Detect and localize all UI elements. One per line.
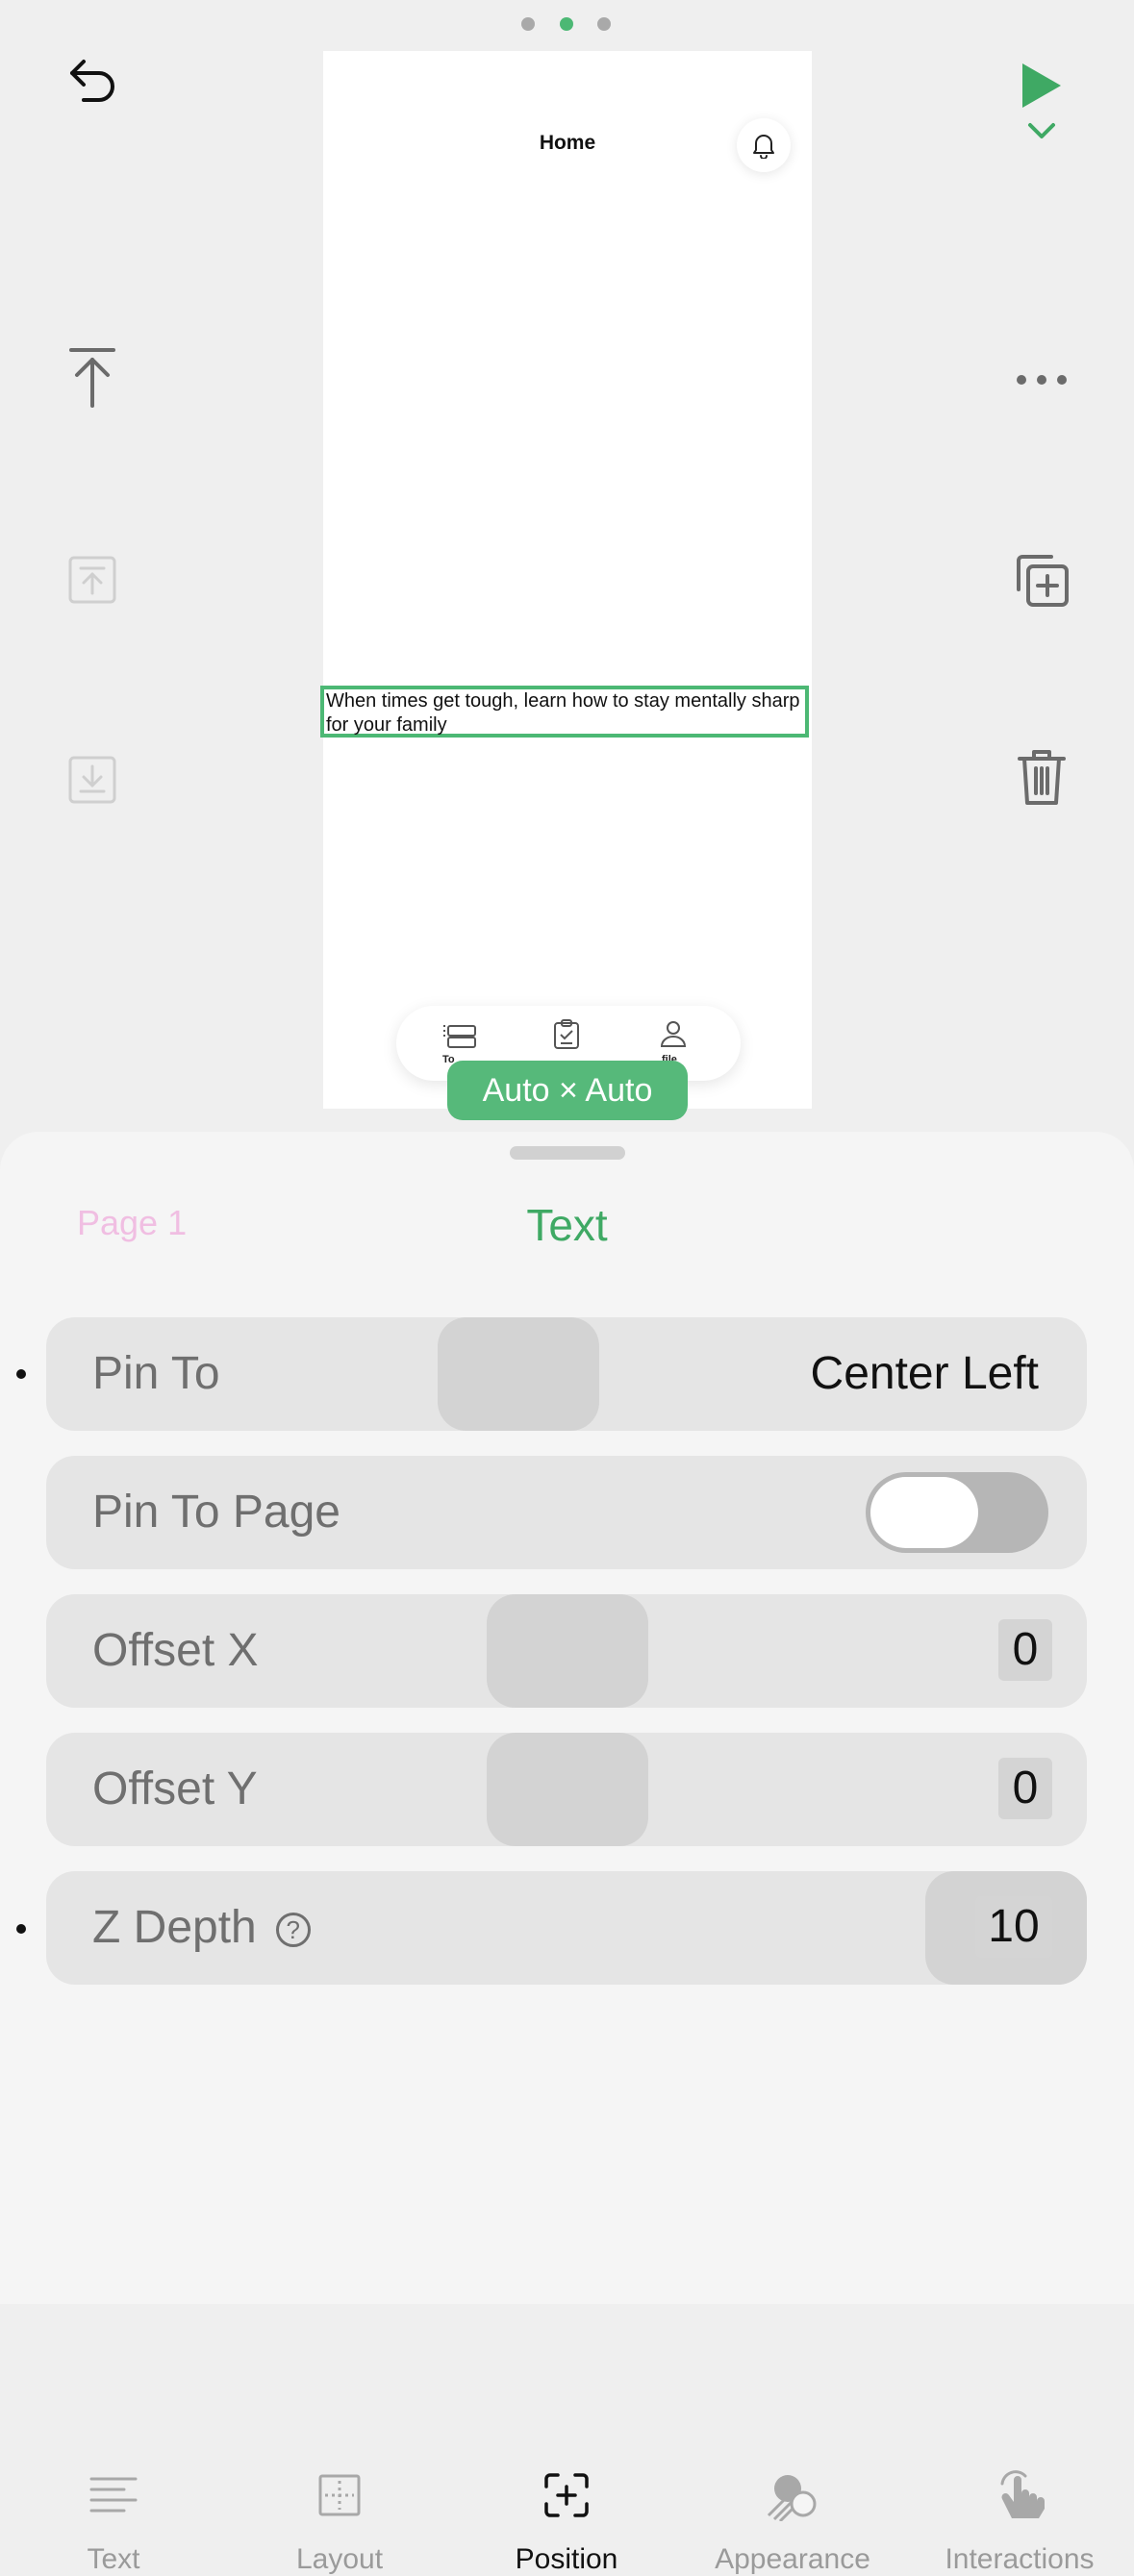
move-up-button[interactable]	[65, 553, 119, 607]
appearance-icon	[767, 2475, 817, 2521]
tab-appearance-label: Appearance	[715, 2543, 870, 2575]
more-icon	[1017, 375, 1067, 385]
pin-to-page-toggle[interactable]	[866, 1472, 1048, 1553]
duplicate-button[interactable]	[1010, 548, 1073, 612]
clipboard-icon	[554, 1019, 579, 1049]
notification-button[interactable]	[737, 118, 791, 172]
pin-to-page-label: Pin To Page	[92, 1487, 340, 1538]
play-icon	[1022, 63, 1061, 108]
design-canvas[interactable]: Home When times get tough, learn how to …	[320, 51, 812, 1109]
trash-icon	[1018, 750, 1066, 805]
tab-appearance[interactable]: Appearance	[679, 2466, 906, 2576]
move-down-button[interactable]	[65, 753, 119, 807]
changed-indicator	[16, 1369, 26, 1379]
tab-interactions[interactable]: Interactions	[906, 2466, 1133, 2576]
duplicate-icon	[1017, 555, 1069, 607]
pin-to-page-row[interactable]: Pin To Page	[46, 1456, 1087, 1569]
tab-text-label: Text	[87, 2543, 140, 2575]
size-badge: Auto × Auto	[447, 1061, 688, 1120]
delete-button[interactable]	[1010, 745, 1073, 809]
move-to-top-button[interactable]	[56, 341, 129, 414]
inspector-sheet: Page 1 Text Pin To Center Left Pin To Pa…	[0, 1132, 1134, 2575]
page-dot	[521, 17, 535, 31]
person-icon	[660, 1021, 687, 1047]
inspector-title: Text	[526, 1200, 608, 1250]
z-depth-row[interactable]: Z Depth? 10	[46, 1871, 1087, 1985]
layout-icon	[318, 2474, 361, 2516]
page-dot	[597, 17, 611, 31]
chevron-down-icon	[1028, 123, 1055, 138]
offset-y-label: Offset Y	[92, 1763, 258, 1814]
tab-interactions-label: Interactions	[945, 2543, 1095, 2575]
text-lines-icon	[89, 2477, 138, 2513]
play-button[interactable]	[1010, 48, 1073, 154]
pin-to-row[interactable]: Pin To Center Left	[46, 1317, 1087, 1431]
pin-to-slider-knob[interactable]	[438, 1317, 599, 1431]
undo-icon	[70, 60, 114, 102]
move-down-icon	[68, 756, 116, 804]
list-icon	[443, 1025, 476, 1048]
offset-x-slider-knob[interactable]	[487, 1594, 648, 1708]
undo-button[interactable]	[56, 48, 129, 115]
tab-layout-label: Layout	[295, 2543, 384, 2575]
tab-position-label: Position	[515, 2543, 618, 2575]
tab-position[interactable]: Position	[453, 2466, 680, 2576]
move-up-icon	[68, 556, 116, 604]
move-to-top-icon	[69, 348, 115, 408]
pin-to-value[interactable]: Center Left	[811, 1317, 1039, 1431]
offset-x-row[interactable]: Offset X 0	[46, 1594, 1087, 1708]
offset-y-slider-knob[interactable]	[487, 1733, 648, 1846]
offset-x-value[interactable]: 0	[998, 1619, 1052, 1681]
tab-layout[interactable]: Layout	[226, 2466, 453, 2576]
z-depth-label-wrap: Z Depth?	[92, 1871, 311, 1985]
more-button[interactable]	[1010, 361, 1073, 399]
sheet-grabber[interactable]	[510, 1146, 625, 1160]
z-depth-label: Z Depth	[92, 1902, 257, 1953]
z-depth-value[interactable]: 10	[975, 1896, 1052, 1958]
toggle-thumb	[870, 1477, 978, 1548]
pin-to-label: Pin To	[92, 1348, 220, 1399]
changed-indicator	[16, 1924, 26, 1934]
help-icon[interactable]: ?	[275, 1913, 311, 1948]
offset-y-row[interactable]: Offset Y 0	[46, 1733, 1087, 1846]
position-icon	[544, 2473, 589, 2517]
offset-x-label: Offset X	[92, 1625, 259, 1676]
offset-y-value[interactable]: 0	[998, 1758, 1052, 1819]
tab-text[interactable]: Text	[0, 2466, 227, 2576]
page-dot-active	[560, 17, 573, 31]
bell-icon	[753, 135, 774, 159]
tap-hand-icon	[1000, 2470, 1045, 2518]
selected-text-element[interactable]: When times get tough, learn how to stay …	[320, 686, 809, 738]
